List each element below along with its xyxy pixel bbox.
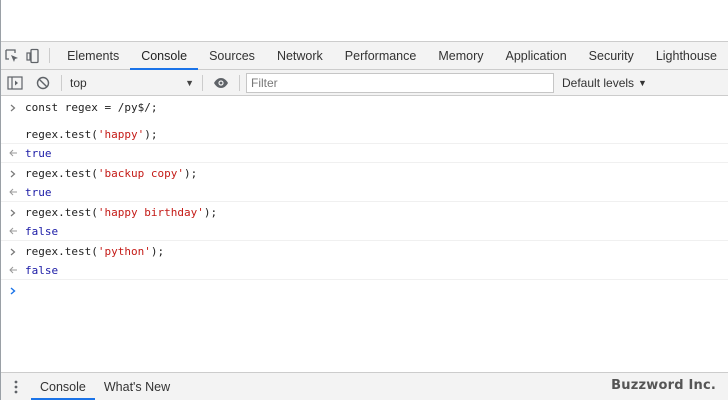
tab-security[interactable]: Security (578, 42, 645, 69)
log-levels-dropdown[interactable]: Default levels ▼ (562, 76, 647, 90)
result-arrow-icon (1, 227, 25, 235)
filter-input[interactable] (246, 72, 554, 93)
tab-memory[interactable]: Memory (427, 42, 494, 69)
console-prompt[interactable] (1, 281, 728, 300)
context-selector[interactable]: top ▼ (66, 73, 198, 93)
tab-bar-separator (49, 48, 51, 63)
clear-console-button[interactable] (29, 70, 57, 96)
console-code: regex.test('python'); (25, 245, 164, 258)
code-text: regex.test( (25, 206, 98, 219)
result-arrow-icon (1, 188, 25, 196)
tab-lighthouse[interactable]: Lighthouse (645, 42, 728, 69)
code-string: 'backup copy' (97, 167, 184, 180)
eye-icon (214, 77, 228, 88)
sidebar-toggle-icon (7, 75, 23, 90)
code-string: 'python' (97, 245, 151, 258)
input-chevron-icon (1, 248, 25, 256)
devtools-tab-bar: Elements Console Sources Network Perform… (1, 41, 728, 70)
watermark-logo: Buzzword Inc. (611, 378, 716, 393)
code-string: 'happy birthday' (97, 206, 204, 219)
code-text: ); (183, 167, 198, 180)
result-arrow-icon (1, 149, 25, 157)
console-output[interactable]: const regex = /py$/; regex.test('happy')… (1, 96, 728, 372)
device-toolbar-icon[interactable] (22, 42, 43, 69)
inspect-element-icon[interactable] (1, 42, 22, 69)
more-options-icon[interactable] (1, 373, 31, 400)
toolbar-separator (202, 74, 203, 91)
clear-console-icon (36, 76, 50, 89)
tab-elements[interactable]: Elements (56, 42, 130, 69)
console-input-line: regex.test('happy birthday'); (1, 203, 728, 222)
console-input-line: regex.test('happy'); (1, 125, 728, 144)
result-arrow-icon (1, 266, 25, 274)
tab-console[interactable]: Console (130, 42, 198, 70)
console-result: true (25, 185, 52, 199)
drawer-tab-bar: Console What's New Buzzword Inc. (1, 372, 728, 400)
console-input-line: regex.test('backup copy'); (1, 164, 728, 183)
code-text: ); (150, 245, 165, 258)
console-code: regex.test('happy birthday'); (25, 206, 217, 219)
prompt-chevron-icon (1, 286, 25, 295)
console-code: const regex = /py$/; (25, 101, 158, 114)
drawer-tab-whats-new[interactable]: What's New (95, 373, 179, 400)
code-text: ); (203, 206, 218, 219)
console-result-line: true (1, 183, 728, 202)
console-result: true (25, 146, 52, 160)
toolbar-separator (239, 74, 240, 91)
code-text: ); (144, 127, 158, 141)
tab-network[interactable]: Network (266, 42, 334, 69)
tab-sources[interactable]: Sources (198, 42, 266, 69)
context-selector-value: top (70, 75, 87, 90)
drawer-tab-console[interactable]: Console (31, 373, 95, 400)
live-expression-button[interactable] (207, 70, 235, 96)
code-string: 'happy' (97, 127, 145, 141)
page-blank-area (1, 0, 728, 41)
code-text: regex.test( (25, 245, 98, 258)
log-levels-label: Default levels (562, 75, 635, 90)
code-text: regex.test( (25, 127, 98, 141)
console-result: false (25, 263, 59, 277)
console-code: regex.test('happy'); (25, 128, 157, 141)
code-text: regex.test( (25, 167, 98, 180)
input-chevron-icon (1, 209, 25, 217)
tab-application[interactable]: Application (495, 42, 578, 69)
show-sidebar-button[interactable] (1, 70, 29, 96)
input-chevron-icon (1, 170, 25, 178)
console-code: regex.test('backup copy'); (25, 167, 197, 180)
chevron-down-icon: ▼ (185, 77, 194, 88)
console-result-line: true (1, 144, 728, 163)
chevron-down-icon: ▼ (638, 77, 647, 88)
toolbar-separator (61, 74, 62, 91)
console-result-line: false (1, 222, 728, 241)
console-input-line: regex.test('python'); (1, 242, 728, 261)
console-result: false (25, 224, 59, 238)
input-chevron-icon (1, 104, 25, 112)
console-input-line: const regex = /py$/; (1, 98, 728, 117)
tab-performance[interactable]: Performance (334, 42, 428, 69)
console-toolbar: top ▼ Default levels ▼ (1, 70, 728, 96)
console-result-line: false (1, 261, 728, 280)
